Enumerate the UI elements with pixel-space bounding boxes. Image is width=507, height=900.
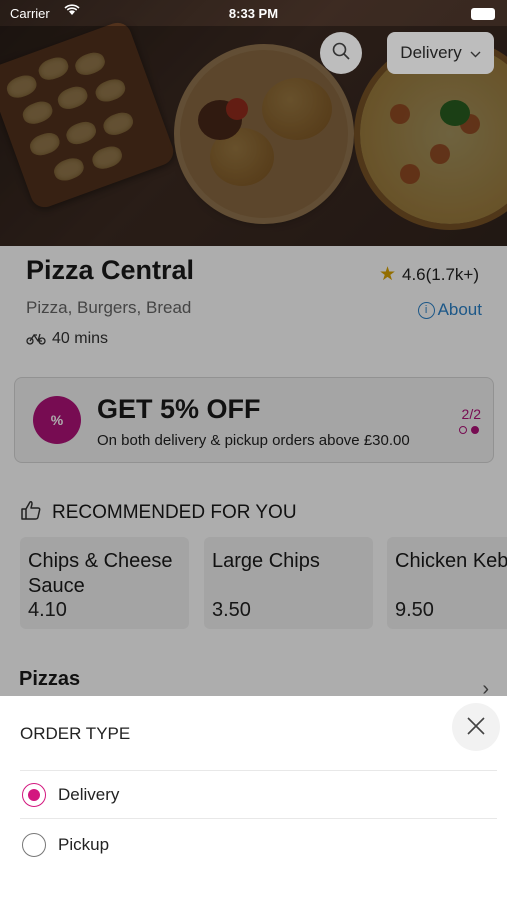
sheet-title: ORDER TYPE xyxy=(20,724,131,743)
order-type-sheet: ORDER TYPE Delivery Pickup xyxy=(0,696,507,900)
search-button[interactable] xyxy=(320,32,362,74)
chevron-down-icon xyxy=(470,43,481,63)
radio-selected[interactable] xyxy=(22,783,46,807)
close-icon xyxy=(466,712,486,743)
option-label: Delivery xyxy=(58,785,120,804)
battery-icon xyxy=(471,8,495,20)
radio-unselected[interactable] xyxy=(22,833,46,857)
search-icon xyxy=(331,41,351,66)
status-bar: Carrier 8:33 PM xyxy=(0,0,507,26)
order-type-button[interactable]: Delivery xyxy=(387,32,494,74)
order-type-option-pickup[interactable]: Pickup xyxy=(22,833,109,857)
status-time: 8:33 PM xyxy=(228,6,279,21)
close-button[interactable] xyxy=(452,703,500,751)
divider xyxy=(20,818,497,819)
order-type-option-delivery[interactable]: Delivery xyxy=(22,783,119,807)
modal-backdrop[interactable] xyxy=(0,26,507,696)
option-label: Pickup xyxy=(58,835,110,854)
restaurant-page: Carrier 8:33 PM Pizza Central ★ 4.6(1.7k… xyxy=(0,0,507,900)
divider xyxy=(20,770,497,771)
order-type-label: Delivery xyxy=(400,43,462,62)
